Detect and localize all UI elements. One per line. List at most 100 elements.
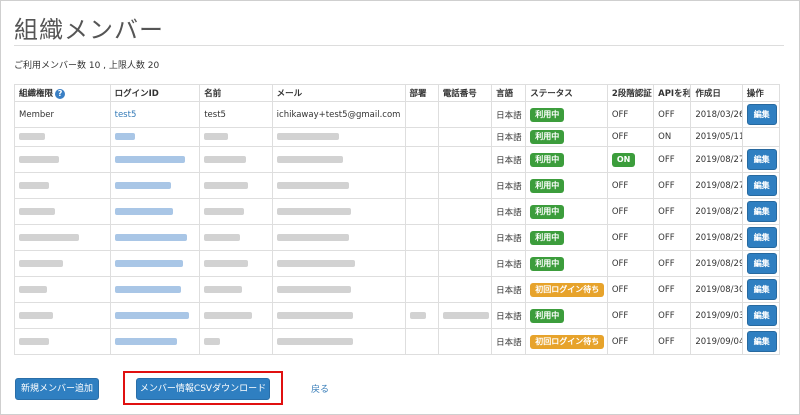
cell-login-id[interactable]	[109, 127, 201, 147]
cell-status: 利用中	[525, 146, 608, 173]
help-icon[interactable]: ?	[55, 88, 66, 99]
edit-button[interactable]: 編集	[746, 227, 777, 248]
status-badge: 利用中	[530, 130, 565, 144]
header-two-factor: 2段階認証	[606, 84, 655, 102]
redacted-text	[19, 285, 47, 293]
table-row: 日本語 初回ログイン待ち OFF OFF 2019/08/30 編集	[14, 276, 781, 303]
title-divider	[14, 45, 784, 46]
cell-role	[14, 250, 111, 277]
table-header-row: 組織権限? ログインID 名前 メール 部署 電話番号 言語 ステータス 2段階…	[14, 84, 781, 102]
cell-name	[199, 250, 273, 277]
cell-action: 編集	[741, 224, 781, 251]
redacted-text	[204, 133, 229, 140]
table-row: 日本語 利用中 OFF OFF 2019/08/27 編集	[14, 172, 781, 199]
cell-login-id[interactable]	[109, 198, 201, 225]
cell-language: 日本語	[491, 146, 527, 173]
page-title: 組織メンバー	[14, 16, 164, 44]
cell-name	[199, 328, 273, 355]
status-badge: 利用中	[530, 178, 565, 193]
edit-button[interactable]: 編集	[746, 279, 777, 300]
cell-action: 編集	[741, 328, 781, 355]
cell-status: 初回ログイン待ち	[525, 328, 608, 355]
table-row: 日本語 利用中 ON OFF 2019/08/27 編集	[14, 146, 781, 173]
cell-email	[271, 224, 406, 251]
edit-button[interactable]: 編集	[746, 305, 777, 326]
cell-name	[199, 198, 273, 225]
redacted-text	[204, 233, 241, 241]
cell-role	[14, 172, 111, 199]
redacted-text	[114, 311, 189, 319]
cell-department	[404, 127, 439, 147]
cell-name: test5	[199, 101, 273, 128]
cell-email	[271, 146, 406, 173]
cell-status: 利用中	[525, 198, 608, 225]
cell-role	[14, 198, 111, 225]
cell-phone	[437, 328, 493, 355]
edit-button[interactable]: 編集	[746, 175, 777, 196]
member-count-summary: ご利用メンバー数 10 , 上限人数 20	[14, 61, 160, 71]
status-badge: 初回ログイン待ち	[530, 282, 605, 297]
cell-department	[404, 328, 439, 355]
edit-button[interactable]: 編集	[746, 253, 777, 274]
table-row: 日本語 利用中 OFF OFF 2019/09/03 編集	[14, 302, 781, 329]
cell-two-factor: OFF	[606, 198, 655, 225]
cell-login-id[interactable]	[109, 328, 201, 355]
edit-button[interactable]: 編集	[746, 331, 777, 352]
cell-created: 2019/08/27	[690, 198, 743, 225]
back-link[interactable]: 戻る	[311, 382, 329, 395]
header-language: 言語	[491, 84, 527, 102]
cell-login-id[interactable]	[109, 250, 201, 277]
cell-created: 2019/08/29	[690, 250, 743, 277]
edit-button[interactable]: 編集	[746, 104, 777, 125]
redacted-text	[19, 133, 45, 140]
cell-language: 日本語	[491, 127, 527, 147]
cell-login-id[interactable]	[109, 172, 201, 199]
cell-action: 編集	[741, 172, 781, 199]
add-member-button[interactable]: 新規メンバー追加	[15, 378, 99, 400]
redacted-text	[204, 207, 245, 215]
cell-login-id[interactable]	[109, 146, 201, 173]
status-badge: 利用中	[530, 256, 565, 271]
cell-status: 利用中	[525, 302, 608, 329]
table-row: 日本語 初回ログイン待ち OFF OFF 2019/09/04 編集	[14, 328, 781, 355]
header-department: 部署	[404, 84, 439, 102]
cell-login-id[interactable]: test5	[109, 101, 201, 128]
redacted-text	[19, 337, 49, 345]
cell-created: 2019/08/27	[690, 172, 743, 199]
cell-name	[199, 172, 273, 199]
cell-created: 2019/08/27	[690, 146, 743, 173]
redacted-text	[114, 233, 187, 241]
cell-login-id[interactable]	[109, 276, 201, 303]
status-badge: 利用中	[530, 204, 565, 219]
cell-role	[14, 328, 111, 355]
header-phone: 電話番号	[437, 84, 493, 102]
cell-created: 2019/08/30	[690, 276, 743, 303]
redacted-text	[276, 311, 353, 319]
cell-department	[404, 101, 439, 128]
redacted-text	[19, 259, 63, 267]
cell-api: OFF	[653, 198, 692, 225]
cell-login-id[interactable]	[109, 302, 201, 329]
redacted-text	[19, 207, 55, 215]
status-badge: 利用中	[530, 308, 565, 323]
cell-two-factor: OFF	[606, 328, 655, 355]
cell-two-factor: ON	[606, 146, 655, 173]
cell-status: 利用中	[525, 172, 608, 199]
cell-action: 編集	[741, 250, 781, 277]
cell-created: 2019/09/04	[690, 328, 743, 355]
redacted-text	[114, 337, 177, 345]
header-login-id: ログインID	[109, 84, 201, 102]
cell-created: 2018/03/26	[690, 101, 743, 128]
csv-download-button[interactable]: メンバー情報CSVダウンロード	[136, 378, 270, 400]
edit-button[interactable]: 編集	[746, 201, 777, 222]
cell-email: ichikaway+test5@gmail.com	[271, 101, 406, 128]
cell-login-id[interactable]	[109, 224, 201, 251]
cell-two-factor: OFF	[606, 127, 655, 147]
redacted-text	[442, 311, 489, 319]
edit-button[interactable]: 編集	[746, 149, 777, 170]
cell-department	[404, 224, 439, 251]
cell-name	[199, 146, 273, 173]
cell-name	[199, 127, 273, 147]
cell-department	[404, 172, 439, 199]
cell-api: OFF	[653, 328, 692, 355]
